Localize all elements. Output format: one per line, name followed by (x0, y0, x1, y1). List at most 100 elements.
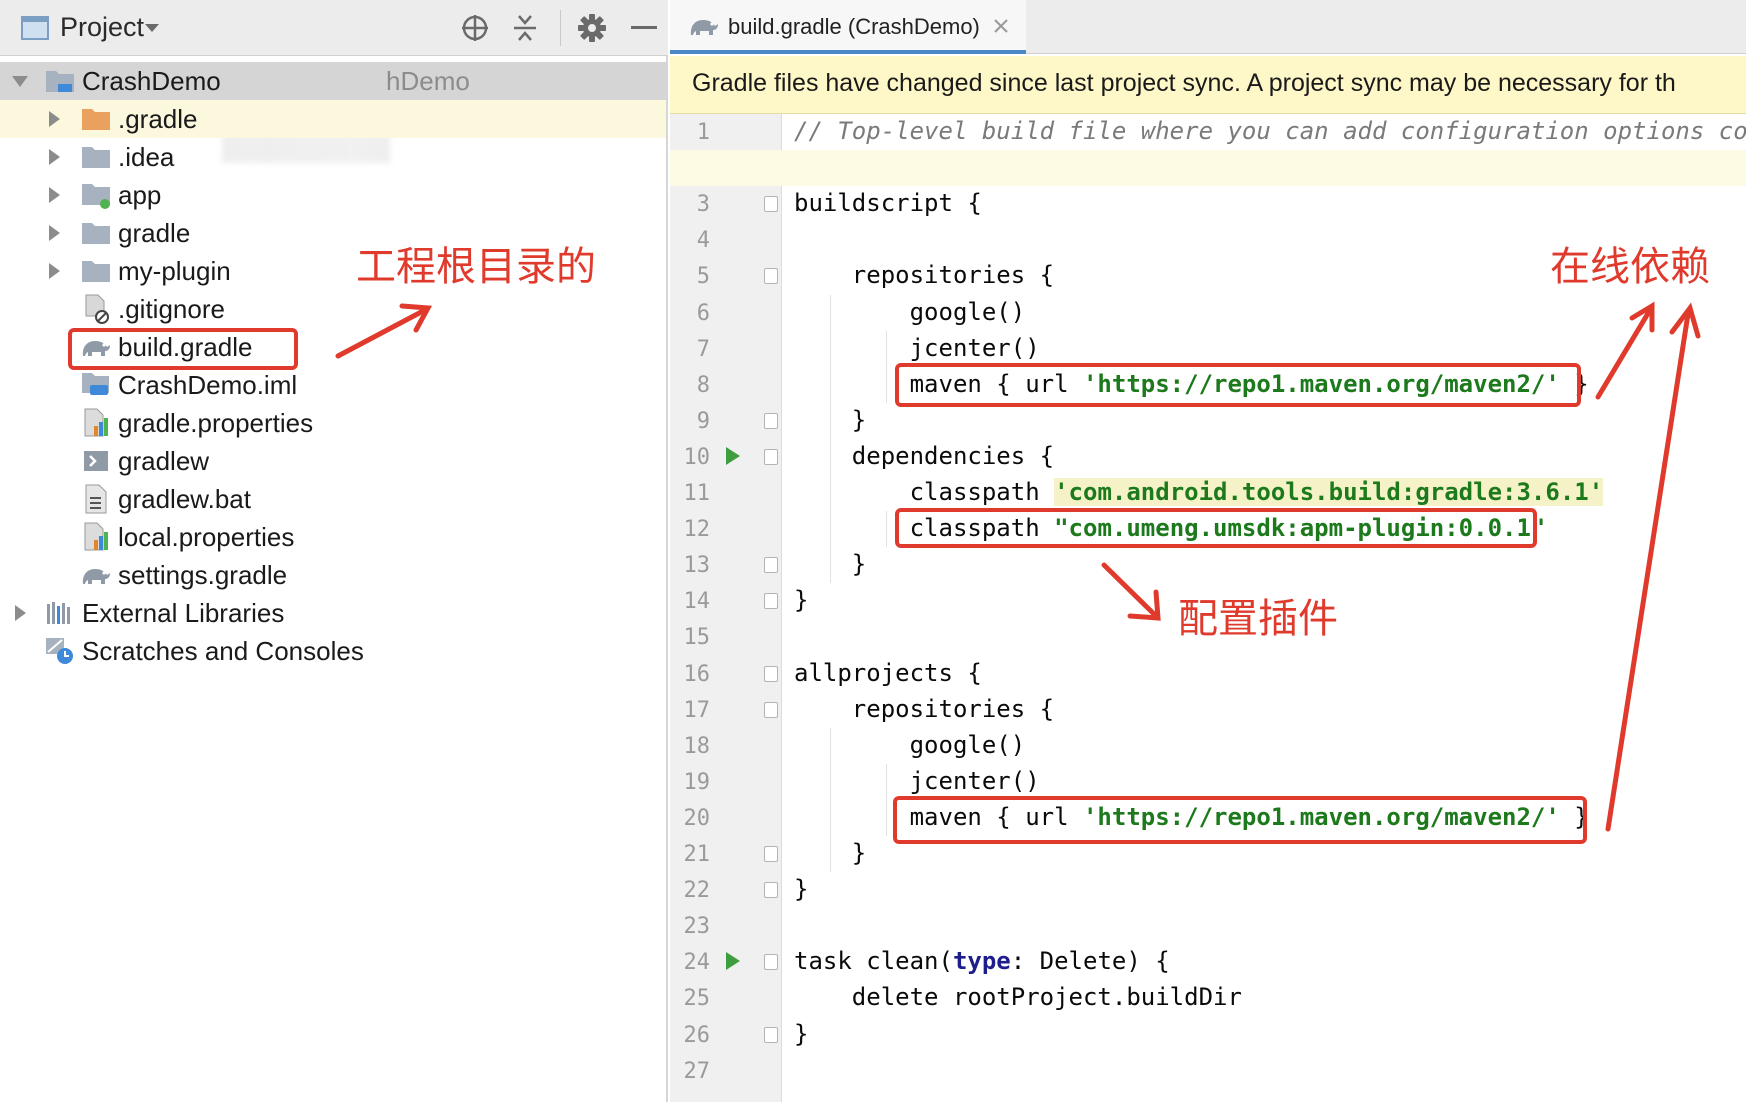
tree-item-iml[interactable]: CrashDemo.iml (0, 366, 666, 404)
gradle-elephant-icon (80, 559, 112, 591)
tab-build-gradle[interactable]: build.gradle (CrashDemo) (670, 0, 1026, 54)
project-view-icon (18, 0, 52, 56)
tree-item-external-libraries[interactable]: External Libraries (0, 594, 666, 632)
tree-item-gradlew[interactable]: gradlew (0, 442, 666, 480)
tree-item-dot-gradle[interactable]: .gradle (0, 100, 666, 138)
toolbar-separator (560, 10, 561, 46)
fold-marker-icon[interactable] (764, 954, 778, 971)
fold-marker-icon[interactable] (764, 882, 778, 899)
line-number: 1 (696, 120, 710, 145)
iml-file-icon (80, 369, 112, 401)
line-number: 26 (683, 1022, 711, 1048)
line-number: 12 (683, 517, 711, 543)
tree-item-gradlew-bat[interactable]: gradlew.bat (0, 480, 666, 518)
code-token: } (794, 1019, 809, 1048)
collapse-all-icon[interactable] (505, 0, 545, 56)
code-token: repositories { (794, 694, 1055, 723)
code-token: google() (794, 730, 1026, 759)
code-line: allprojects { (794, 659, 982, 687)
run-gutter-icon[interactable] (726, 446, 740, 465)
code-token: classpath (794, 478, 1055, 506)
fold-marker-icon[interactable] (764, 268, 778, 285)
tree-item-label: settings.gradle (118, 559, 288, 590)
line-number: 9 (696, 408, 710, 434)
fold-marker-icon[interactable] (764, 412, 778, 429)
target-icon[interactable] (455, 0, 495, 56)
code-line: buildscript { (794, 189, 982, 217)
collapsed-arrow-icon[interactable] (44, 223, 64, 243)
expanded-arrow-icon[interactable] (10, 71, 30, 91)
fold-marker-icon[interactable] (764, 1026, 778, 1043)
code-token: 'com.android.tools.build:gradle:3.6.1' (1054, 478, 1604, 506)
code-line: google() (794, 730, 1026, 759)
tree-item-label: gradlew.bat (118, 483, 251, 514)
code-line: } (794, 586, 808, 614)
gear-icon[interactable] (572, 0, 612, 56)
line-number: 6 (696, 300, 710, 326)
line-number: 23 (683, 914, 711, 940)
tree-item-app[interactable]: app (0, 176, 666, 214)
properties-file-icon (80, 407, 112, 439)
collapsed-arrow-icon[interactable] (44, 147, 64, 167)
tree-item-label: .gradle (118, 103, 198, 134)
code-token: task clean( (794, 947, 953, 976)
fold-marker-icon[interactable] (764, 846, 778, 862)
tree-item-scratches[interactable]: Scratches and Consoles (0, 632, 666, 670)
highlight-box-maven-line-8 (895, 363, 1581, 407)
tree-item-idea[interactable]: .idea (0, 138, 666, 176)
line-number: 17 (683, 697, 711, 723)
line-number: 3 (696, 192, 710, 218)
properties-file-icon (80, 521, 112, 553)
tree-item-label: .gitignore (118, 293, 225, 324)
editor-tab-bar: build.gradle (CrashDemo) (670, 0, 1746, 54)
code-token: allprojects { (794, 658, 982, 687)
tree-item-gradle-properties[interactable]: gradle.properties (0, 404, 666, 442)
highlight-box-apm-plugin (895, 508, 1537, 548)
fold-marker-icon[interactable] (764, 448, 778, 465)
fold-marker-icon[interactable] (764, 593, 778, 610)
run-gutter-icon[interactable] (726, 952, 740, 971)
collapsed-arrow-icon[interactable] (44, 109, 64, 129)
collapsed-arrow-icon[interactable] (44, 185, 64, 205)
line-number: 21 (683, 842, 711, 867)
tree-item-label: .idea (118, 141, 175, 172)
collapsed-arrow-icon[interactable] (44, 261, 64, 281)
line-number: 10 (683, 444, 711, 470)
code-line: // Top-level build file where you can ad… (794, 117, 1746, 145)
code-token: } (794, 875, 809, 904)
tree-item-label: local.properties (118, 521, 295, 552)
line-number: 7 (696, 336, 710, 362)
code-token: : Delete) { (1010, 947, 1170, 976)
project-panel-header: Project (0, 0, 668, 56)
tree-item-label: my-plugin (118, 255, 231, 286)
line-number: 15 (683, 625, 711, 651)
code-line: repositories { (794, 261, 1054, 289)
code-token: type (952, 947, 1011, 976)
line-number: 27 (683, 1058, 711, 1084)
fold-marker-icon[interactable] (764, 557, 778, 574)
tree-item-root[interactable]: CrashDemo hDemo (0, 62, 666, 100)
fold-marker-icon[interactable] (764, 196, 778, 213)
fold-marker-icon[interactable] (764, 665, 778, 682)
close-icon[interactable] (992, 17, 1010, 40)
code-line: repositories { (794, 695, 1054, 723)
tree-item-settings-gradle[interactable]: settings.gradle (0, 556, 666, 594)
collapsed-arrow-icon[interactable] (10, 603, 30, 623)
tree-item-label: External Libraries (82, 597, 285, 628)
tree-item-gitignore[interactable]: .gitignore (0, 290, 666, 328)
tree-item-label-suffix: hDemo (386, 65, 470, 96)
indent-guide (886, 511, 887, 548)
banner-text: Gradle files have changed since last pro… (692, 69, 1676, 97)
fold-marker-icon[interactable] (764, 701, 778, 718)
tree-item-label: gradlew (118, 445, 210, 476)
annotation-config-plugin: 配置插件 (1178, 596, 1338, 642)
line-number: 11 (683, 481, 711, 506)
panel-title[interactable]: Project (60, 12, 144, 43)
module-folder-icon (44, 65, 76, 97)
line-number: 5 (696, 264, 710, 290)
line-number: 19 (683, 769, 711, 795)
tree-item-local-properties[interactable]: local.properties (0, 518, 666, 556)
view-dropdown-icon[interactable] (138, 0, 166, 56)
gradle-elephant-icon (688, 13, 720, 44)
minimize-icon[interactable] (624, 0, 664, 56)
